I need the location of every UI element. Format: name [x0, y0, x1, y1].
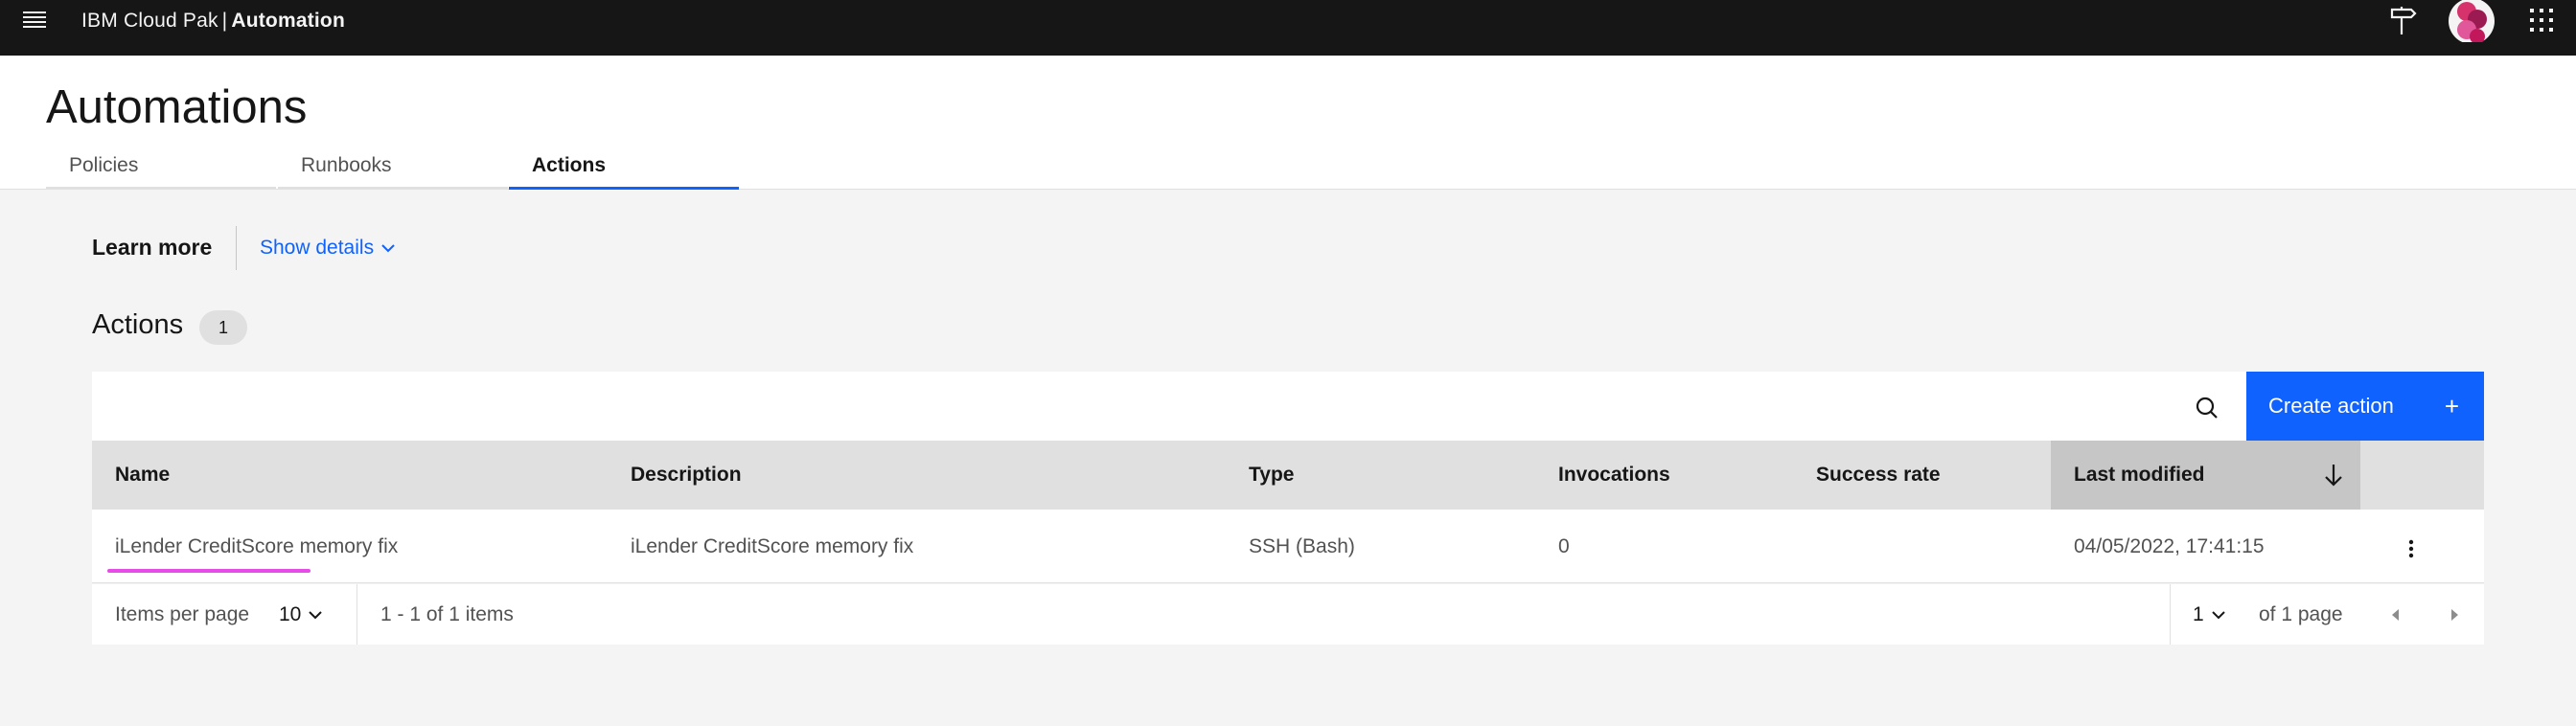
row-description: iLender CreditScore memory fix	[631, 535, 914, 557]
row-type: SSH (Bash)	[1249, 535, 1355, 557]
signpost-icon[interactable]	[2388, 4, 2417, 38]
plus-icon: +	[2444, 392, 2459, 420]
page-select[interactable]: 1	[2193, 584, 2227, 645]
column-header-success-rate[interactable]: Success rate	[1816, 441, 1941, 510]
section-title: Actions	[92, 309, 184, 340]
learn-more-label: Learn more	[92, 235, 213, 260]
column-header-description[interactable]: Description	[631, 441, 742, 510]
items-per-page-select[interactable]: 10	[279, 584, 324, 645]
chevron-down-icon	[2211, 611, 2225, 620]
page-header: Automations Policies Runbooks Actions	[0, 56, 2576, 190]
show-details-button[interactable]: Show details	[260, 237, 397, 260]
overflow-menu-icon[interactable]	[2396, 533, 2426, 564]
page-total: of 1 page	[2259, 603, 2343, 625]
search-icon	[2196, 397, 2218, 419]
table-toolbar: Create action +	[92, 372, 2484, 441]
highlight-underline	[107, 569, 310, 573]
page-select-value: 1	[2193, 603, 2204, 625]
column-header-last-modified-label: Last modified	[2074, 464, 2205, 486]
tab-runbooks[interactable]: Runbooks	[278, 149, 508, 190]
arrow-down-icon	[2325, 465, 2342, 487]
column-header-last-modified[interactable]: Last modified	[2051, 441, 2360, 510]
row-invocations: 0	[1558, 535, 1570, 557]
items-per-page-label: Items per page	[115, 603, 250, 625]
brand-separator: |	[221, 10, 228, 32]
pagination: Items per page 10 1 - 1 of 1 items 1 of …	[92, 584, 2484, 645]
show-details-label: Show details	[260, 237, 375, 259]
brand-prefix: IBM Cloud Pak	[81, 10, 218, 32]
column-header-name[interactable]: Name	[115, 441, 170, 510]
table-row[interactable]: iLender CreditScore memory fix iLender C…	[92, 510, 2484, 583]
chevron-down-icon	[381, 244, 395, 253]
row-last-modified: 04/05/2022, 17:41:15	[2074, 535, 2265, 557]
product-name[interactable]: IBM Cloud Pak | Automation	[81, 10, 345, 33]
page-title: Automations	[46, 81, 308, 133]
caret-left-icon[interactable]	[2384, 603, 2407, 626]
chevron-down-icon	[309, 611, 323, 620]
column-header-invocations[interactable]: Invocations	[1558, 441, 1670, 510]
tab-actions[interactable]: Actions	[509, 149, 739, 190]
count-badge: 1	[199, 310, 247, 345]
search-button[interactable]	[2188, 389, 2226, 427]
caret-right-icon[interactable]	[2443, 603, 2466, 626]
brand-product: Automation	[231, 10, 345, 32]
tab-policies[interactable]: Policies	[46, 149, 276, 190]
pagination-divider	[2170, 584, 2171, 645]
items-range: 1 - 1 of 1 items	[380, 603, 514, 625]
create-action-button[interactable]: Create action +	[2246, 372, 2484, 441]
learn-more-divider	[236, 226, 237, 270]
avatar-icon[interactable]	[2448, 0, 2496, 42]
top-header: IBM Cloud Pak | Automation	[0, 0, 2576, 56]
items-per-page-value: 10	[279, 603, 302, 625]
menu-icon[interactable]	[19, 6, 50, 33]
pagination-divider	[356, 584, 357, 645]
column-header-type[interactable]: Type	[1249, 441, 1294, 510]
table-header: Name Description Type Invocations Succes…	[92, 441, 2484, 510]
app-switcher-icon[interactable]	[2529, 8, 2554, 33]
create-action-label: Create action	[2268, 394, 2394, 418]
